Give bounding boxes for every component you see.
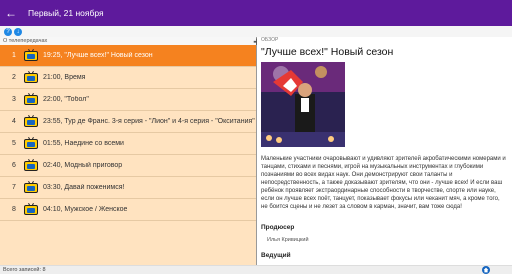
program-title: 22:00, "Тобол"	[43, 96, 89, 103]
program-title: 03:30, Давай поженимся!	[43, 184, 125, 191]
program-number: 7	[12, 184, 16, 191]
program-row[interactable]: 7 03:30, Давай поженимся!	[0, 177, 256, 199]
tv-icon	[24, 115, 38, 128]
program-title: 21:00, Время	[43, 74, 86, 81]
status-bar: Всего записей: 8	[0, 265, 512, 274]
program-title: 19:25, "Лучше всех!" Новый сезон	[43, 52, 153, 59]
program-row[interactable]: 4 23:55, Тур де Франс. 3-я серия - "Лион"…	[0, 111, 256, 133]
program-number: 6	[12, 162, 16, 169]
program-number: 1	[12, 52, 16, 59]
tv-icon	[24, 203, 38, 216]
program-title: 23:55, Тур де Франс. 3-я серия - "Лион" …	[43, 118, 255, 125]
help-icon[interactable]: ?	[4, 27, 12, 36]
program-row[interactable]: 5 01:55, Наедине со всеми	[0, 133, 256, 155]
tv-icon	[24, 93, 38, 106]
program-photo	[261, 62, 345, 147]
program-number: 4	[12, 118, 16, 125]
program-title: 04:10, Мужское / Женское	[43, 206, 128, 213]
list-header: О телепередачах	[0, 37, 256, 45]
detail-small-label: ОБЗОР	[261, 37, 279, 43]
tv-icon	[24, 181, 38, 194]
program-title: 01:55, Наедине со всеми	[43, 140, 124, 147]
program-number: 2	[12, 74, 16, 81]
program-row[interactable]: 8 04:10, Мужское / Женское	[0, 199, 256, 221]
page-title: Первый, 21 ноября	[28, 8, 104, 18]
record-count: Всего записей: 8	[3, 267, 46, 273]
program-number: 8	[12, 206, 16, 213]
program-row[interactable]: 6 02:40, Модный приговор	[0, 155, 256, 177]
download-icon[interactable]: ↓	[14, 27, 22, 36]
producer-label: Продюсер	[261, 224, 295, 231]
producer-name: Илья Кривицкий	[267, 237, 309, 243]
tv-icon	[24, 71, 38, 84]
host-label: Ведущий	[261, 252, 291, 259]
tv-icon	[24, 49, 38, 62]
program-detail: ОБЗОР "Лучше всех!" Новый сезон Маленьки…	[257, 37, 512, 265]
tv-icon	[24, 137, 38, 150]
program-row[interactable]: 1 19:25, "Лучше всех!" Новый сезон	[0, 45, 256, 67]
program-number: 3	[12, 96, 16, 103]
program-title: 02:40, Модный приговор	[43, 162, 123, 169]
program-row[interactable]: 2 21:00, Время	[0, 67, 256, 89]
program-row[interactable]: 3 22:00, "Тобол"	[0, 89, 256, 111]
detail-title: "Лучше всех!" Новый сезон	[261, 46, 394, 58]
home-icon[interactable]	[482, 266, 490, 274]
back-arrow-icon[interactable]: ←	[0, 0, 22, 26]
toolbar: ? ↓	[0, 26, 512, 37]
detail-description: Маленькие участники очаровывают и удивля…	[261, 156, 506, 210]
program-number: 5	[12, 140, 16, 147]
tv-icon	[24, 159, 38, 172]
app-bar: ← Первый, 21 ноября	[0, 0, 512, 26]
